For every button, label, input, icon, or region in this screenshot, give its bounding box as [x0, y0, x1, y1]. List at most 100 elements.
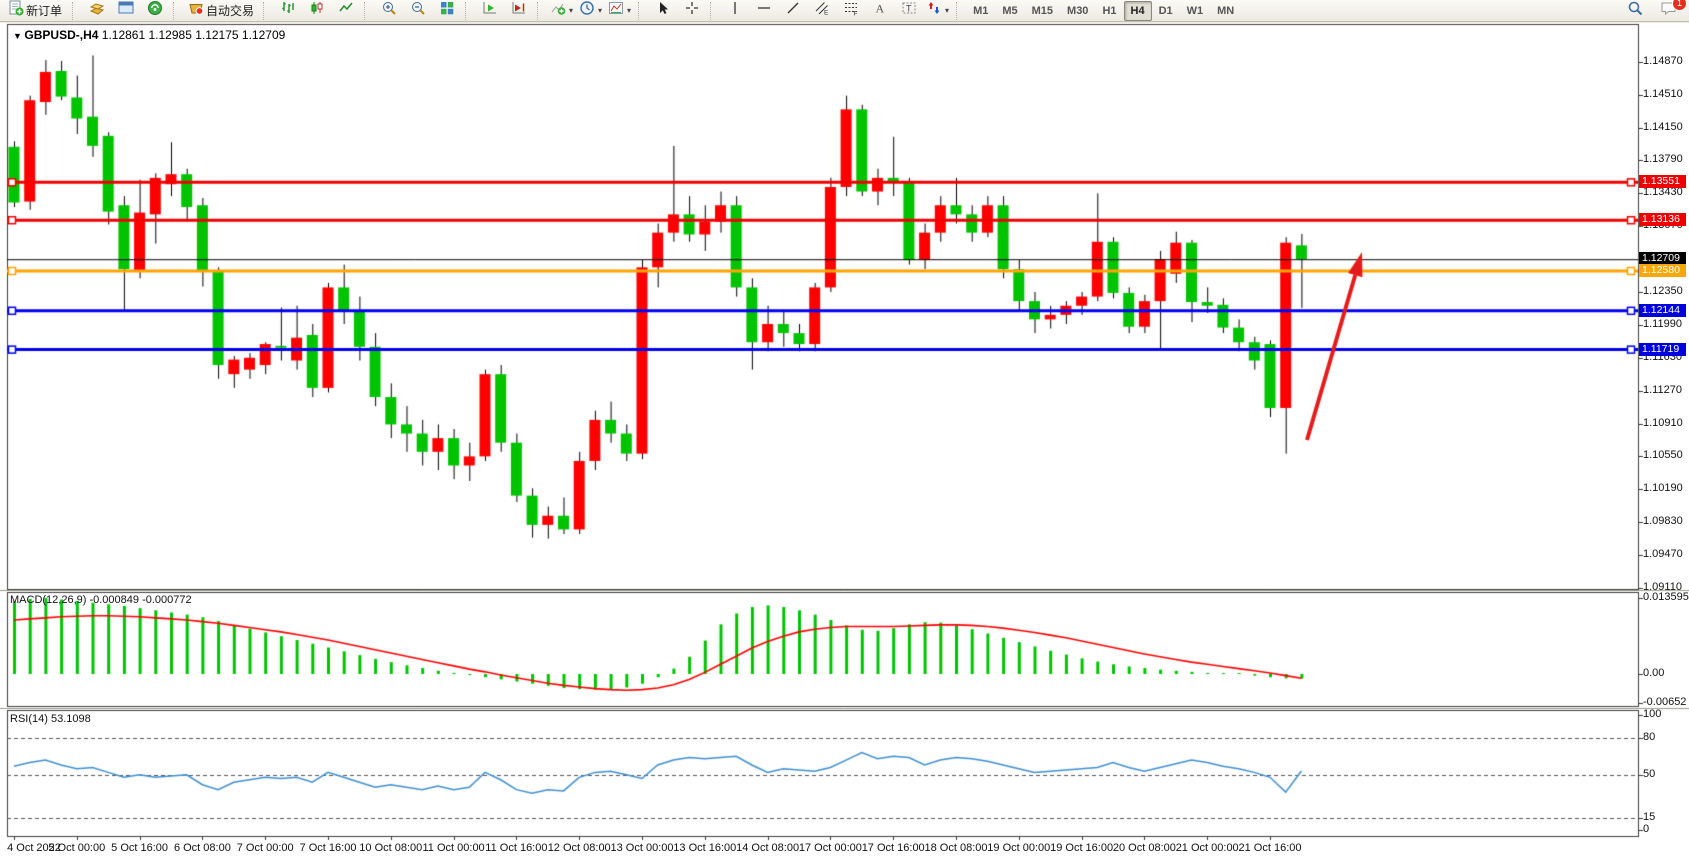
zoom-in-icon: [381, 0, 397, 21]
navigator-button[interactable]: [140, 0, 169, 22]
date-axis-label: 5 Oct 00:00: [48, 842, 105, 854]
text-tool-button[interactable]: A: [865, 0, 894, 22]
text-icon: A: [872, 0, 888, 21]
zoom-out-button[interactable]: [403, 0, 432, 22]
line-chart-button[interactable]: [331, 0, 360, 22]
timeframe-button-M5[interactable]: M5: [995, 1, 1024, 21]
date-axis-label: 13 Oct 00:00: [611, 842, 674, 854]
crosshair-tool-button[interactable]: [677, 0, 706, 22]
price-axis-label: 1.14510: [1643, 88, 1687, 100]
timeframe-button-W1[interactable]: W1: [1180, 1, 1211, 21]
notification-badge: 1: [1672, 0, 1687, 11]
toolbar-separator: [263, 2, 270, 20]
date-axis-label: 19 Oct 16:00: [1050, 842, 1113, 854]
price-axis-label: 1.11990: [1643, 318, 1687, 330]
trendline-tool-button[interactable]: [778, 0, 807, 22]
tile-windows-button[interactable]: [432, 0, 461, 22]
chart-shift-button[interactable]: [504, 0, 533, 22]
price-axis-label: 1.13790: [1643, 153, 1687, 165]
price-axis-label: 1.14870: [1643, 55, 1687, 67]
zoom-out-icon: [410, 0, 426, 21]
data-window-button[interactable]: [111, 0, 140, 22]
timeframe-button-D1[interactable]: D1: [1152, 1, 1180, 21]
chevron-down-icon: ▾: [627, 6, 631, 15]
timeframe-button-MN[interactable]: MN: [1210, 1, 1241, 21]
macd-axis-label: -0.00652: [1643, 696, 1687, 708]
price-axis-label: 1.14150: [1643, 121, 1687, 133]
timeframe-button-H1[interactable]: H1: [1095, 1, 1123, 21]
periods-button[interactable]: ▾: [576, 0, 605, 22]
price-tag: 1.13136: [1639, 213, 1686, 226]
rsi-pane[interactable]: [7, 710, 1638, 836]
new-order-icon: [8, 0, 24, 21]
date-axis-label: 11 Oct 00:00: [423, 842, 485, 854]
main-toolbar: 新订单 自动交易 ▾ ▾ ▾ E F A T ▾ M1M5M15M30H1H4D…: [0, 0, 1689, 22]
bar-chart-icon: [280, 0, 296, 21]
candlestick-chart-icon: [309, 0, 325, 21]
text-label-icon: T: [901, 0, 917, 21]
date-axis-label: 11 Oct 16:00: [485, 842, 547, 854]
svg-text:T: T: [906, 4, 912, 14]
auto-trading-button[interactable]: 自动交易: [183, 0, 259, 22]
new-order-button[interactable]: 新订单: [2, 0, 68, 22]
new-order-label: 新订单: [26, 2, 62, 19]
macd-pane[interactable]: [7, 592, 1638, 706]
auto-trading-label: 自动交易: [206, 2, 254, 19]
date-axis-label: 10 Oct 08:00: [359, 842, 422, 854]
date-axis-label: 6 Oct 08:00: [174, 842, 231, 854]
chart-title: ▼ GBPUSD-,H4 1.12861 1.12985 1.12175 1.1…: [13, 28, 285, 42]
date-axis-label: 20 Oct 08:00: [1113, 842, 1176, 854]
price-axis-label: 1.10910: [1643, 417, 1687, 429]
zoom-in-button[interactable]: [374, 0, 403, 22]
symbol-dropdown-icon[interactable]: ▼: [13, 31, 24, 41]
notifications-button[interactable]: 1: [1654, 0, 1683, 22]
equidistant-channel-icon: E: [814, 0, 830, 21]
line-chart-icon: [338, 0, 354, 21]
bar-chart-button[interactable]: [273, 0, 302, 22]
fibonacci-icon: F: [843, 0, 859, 21]
symbol-period-label: GBPUSD-,H4: [24, 28, 98, 42]
chevron-down-icon: ▾: [945, 6, 949, 15]
search-button[interactable]: [1621, 0, 1650, 22]
auto-trading-icon: [188, 0, 204, 21]
price-tag: 1.11719: [1639, 343, 1686, 356]
arrows-tool-button[interactable]: ▾: [923, 0, 952, 22]
label-tool-button[interactable]: T: [894, 0, 923, 22]
indicators-button[interactable]: ▾: [547, 0, 576, 22]
svg-text:E: E: [824, 10, 829, 17]
fibonacci-tool-button[interactable]: F: [836, 0, 865, 22]
indicators-icon: [550, 0, 566, 21]
toolbar-separator: [364, 2, 371, 20]
auto-scroll-button[interactable]: [475, 0, 504, 22]
timeframe-button-M15[interactable]: M15: [1025, 1, 1060, 21]
timeframe-button-H4[interactable]: H4: [1124, 1, 1152, 21]
crosshair-icon: [684, 0, 700, 21]
date-axis-label: 14 Oct 08:00: [736, 842, 799, 854]
macd-axis-label: 0.013595: [1643, 591, 1687, 603]
chart-window: ▼ GBPUSD-,H4 1.12861 1.12985 1.12175 1.1…: [0, 23, 1689, 860]
timeframe-button-M30[interactable]: M30: [1060, 1, 1095, 21]
market-watch-button[interactable]: [82, 0, 111, 22]
arrows-icon: [926, 0, 942, 21]
price-tag: 1.13551: [1639, 175, 1686, 188]
macd-indicator-label: MACD(12,26,9) -0.000849 -0.000772: [10, 594, 192, 606]
vertical-line-tool-button[interactable]: [720, 0, 749, 22]
timeframe-button-M1[interactable]: M1: [966, 1, 995, 21]
rsi-axis-label: 50: [1643, 768, 1687, 780]
horizontal-line-icon: [756, 0, 772, 21]
toolbar-separator: [638, 2, 645, 20]
templates-button[interactable]: ▾: [605, 0, 634, 22]
price-tag: 1.12580: [1639, 264, 1686, 277]
market-watch-icon: [89, 0, 105, 21]
template-icon: [608, 0, 624, 21]
cursor-tool-button[interactable]: [648, 0, 677, 22]
price-axis-label: 1.11270: [1643, 384, 1687, 396]
horizontal-line-tool-button[interactable]: [749, 0, 778, 22]
main-price-pane[interactable]: [7, 24, 1638, 589]
date-axis-label: 7 Oct 00:00: [237, 842, 294, 854]
rsi-indicator-label: RSI(14) 53.1098: [10, 713, 91, 725]
auto-scroll-icon: [482, 0, 498, 21]
channel-tool-button[interactable]: E: [807, 0, 836, 22]
clock-icon: [579, 0, 595, 21]
candlestick-chart-button[interactable]: [302, 0, 331, 22]
